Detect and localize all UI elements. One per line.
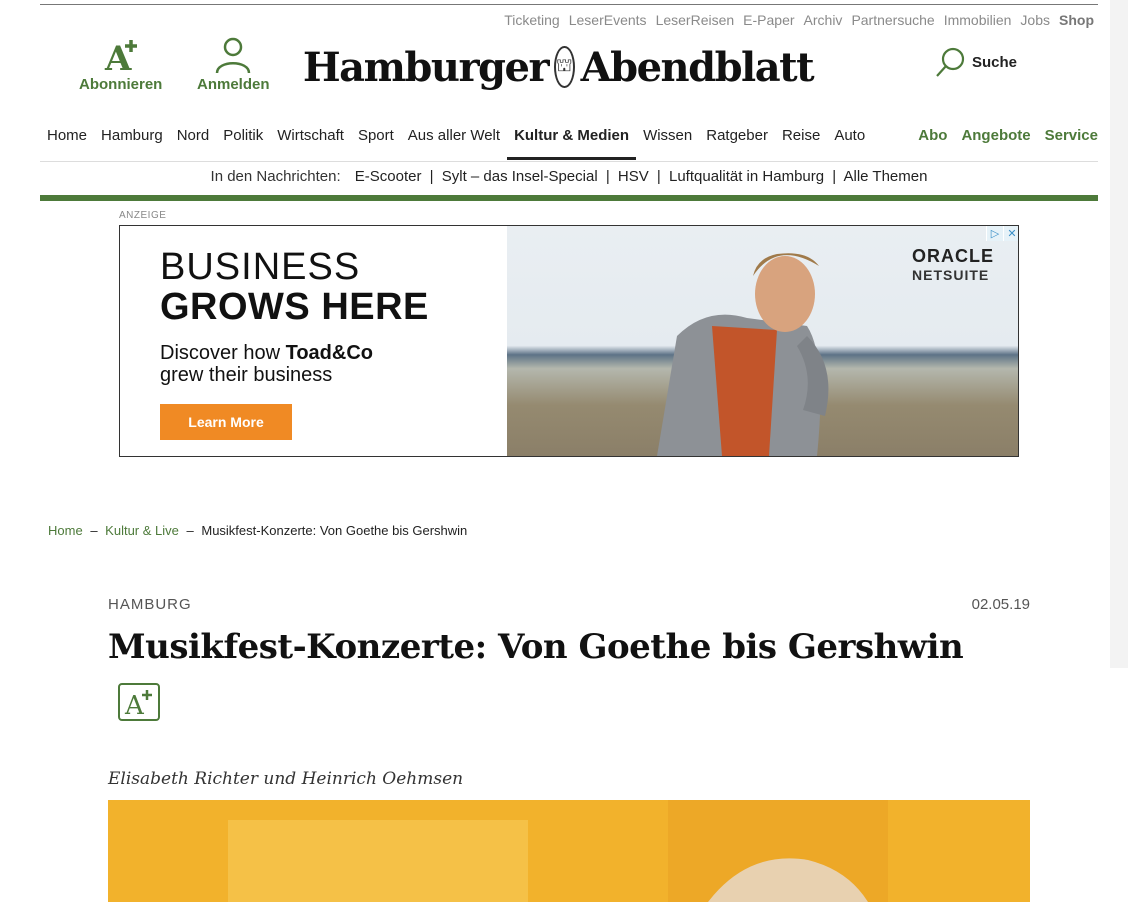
article-hero-image [108, 800, 1030, 902]
article-header: HAMBURG 02.05.19 Musikfest-Konzerte: Von… [108, 596, 1030, 789]
ad-close-icon[interactable]: ✕ [1003, 226, 1018, 241]
nav-item-abo[interactable]: Abo [918, 116, 947, 144]
ad-photo: ORACLE NETSUITE ▷ ✕ [507, 226, 1018, 456]
logo-text-right: Abendblatt [580, 43, 815, 91]
nav-item-aus-aller-welt[interactable]: Aus aller Welt [401, 116, 507, 160]
topic-link-alle-themen[interactable]: Alle Themen [844, 168, 928, 185]
service-link-immobilien[interactable]: Immobilien [944, 12, 1012, 28]
service-bar: Ticketing LeserEvents LeserReisen E-Pape… [504, 12, 1094, 28]
ad-brand-oracle: ORACLE [912, 246, 994, 266]
ad-text-panel: BUSINESS GROWS HERE Discover how Toad&Co… [120, 226, 507, 456]
service-link-shop[interactable]: Shop [1059, 12, 1094, 28]
topic-link-hsv[interactable]: HSV [618, 168, 649, 185]
article-date: 02.05.19 [971, 596, 1030, 613]
nav-item-wirtschaft[interactable]: Wirtschaft [270, 116, 351, 160]
topic-separator: | [429, 168, 434, 185]
service-link-leserevents[interactable]: LeserEvents [569, 12, 647, 28]
topic-separator: | [656, 168, 661, 185]
ad-subline-brand: Toad&Co [285, 341, 374, 364]
news-topics-label: In den Nachrichten: [210, 168, 341, 185]
advertisement-banner[interactable]: BUSINESS GROWS HERE Discover how Toad&Co… [119, 225, 1019, 457]
a-plus-icon: A [124, 690, 152, 717]
nav-item-angebote[interactable]: Angebote [961, 116, 1030, 144]
subscribe-button[interactable]: A Abonnieren [79, 36, 162, 93]
topic-link-sylt[interactable]: Sylt – das Insel-Special [442, 168, 598, 185]
nav-item-kultur-medien[interactable]: Kultur & Medien [507, 116, 637, 160]
search-button[interactable]: Suche [934, 46, 1017, 78]
breadcrumb-separator: – [186, 523, 194, 538]
hero-image-content [108, 800, 1030, 902]
nav-item-ratgeber[interactable]: Ratgeber [699, 116, 775, 160]
ad-subline-start: Discover how [160, 341, 286, 364]
nav-item-politik[interactable]: Politik [216, 116, 270, 160]
ad-learn-more-button[interactable]: Learn More [160, 403, 292, 440]
breadcrumb-home[interactable]: Home [48, 523, 83, 538]
search-label: Suche [972, 53, 1018, 71]
nav-item-auto[interactable]: Auto [827, 116, 872, 160]
breadcrumb-section[interactable]: Kultur & Live [105, 523, 179, 538]
nav-item-hamburg[interactable]: Hamburg [94, 116, 170, 160]
topic-link-escooter[interactable]: E-Scooter [355, 168, 422, 185]
topic-link-luftqualitaet[interactable]: Luftqualität in Hamburg [669, 168, 824, 185]
login-button[interactable]: Anmelden [197, 36, 270, 93]
main-navigation: Home Hamburg Nord Politik Wirtschaft Spo… [40, 116, 1098, 162]
nav-item-wissen[interactable]: Wissen [636, 116, 699, 160]
header-green-divider [40, 195, 1098, 201]
nav-item-nord[interactable]: Nord [170, 116, 217, 160]
nav-item-service[interactable]: Service [1045, 116, 1098, 144]
news-topics-bar: In den Nachrichten: E-Scooter | Sylt – d… [40, 168, 1098, 185]
breadcrumb-separator: – [90, 523, 98, 538]
service-link-ticketing[interactable]: Ticketing [504, 12, 560, 28]
nav-item-home[interactable]: Home [40, 116, 94, 160]
ad-subline-end: grew their business [160, 363, 333, 386]
premium-badge: A [118, 683, 160, 721]
ad-headline-1: BUSINESS [160, 246, 361, 288]
ad-subline: Discover how Toad&Co grew their business [160, 342, 507, 386]
ad-label: ANZEIGE [119, 210, 167, 221]
breadcrumb: Home – Kultur & Live – Musikfest-Konzert… [48, 523, 467, 538]
site-logo[interactable]: Hamburger ⛫ Abendblatt [303, 36, 815, 98]
hamburg-seal-icon: ⛫ [554, 46, 575, 88]
service-link-epaper[interactable]: E-Paper [743, 12, 794, 28]
ad-choices: ▷ ✕ [986, 226, 1018, 241]
service-link-leserreisen[interactable]: LeserReisen [656, 12, 735, 28]
service-link-archiv[interactable]: Archiv [804, 12, 843, 28]
a-plus-icon: A [104, 39, 137, 74]
logo-text-left: Hamburger [302, 43, 550, 91]
topic-separator: | [832, 168, 837, 185]
article-authors: Elisabeth Richter und Heinrich Oehmsen [108, 769, 464, 789]
article-headline: Musikfest-Konzerte: Von Goethe bis Gersh… [108, 627, 964, 667]
top-divider [40, 4, 1098, 5]
user-icon [216, 37, 251, 74]
ad-choices-icon[interactable]: ▷ [986, 226, 1003, 241]
search-icon [936, 47, 965, 77]
service-link-jobs[interactable]: Jobs [1020, 12, 1050, 28]
subscribe-label: Abonnieren [79, 76, 163, 93]
page-scrollbar-track[interactable] [1110, 0, 1128, 668]
service-link-partnersuche[interactable]: Partnersuche [851, 12, 934, 28]
breadcrumb-current: Musikfest-Konzerte: Von Goethe bis Gersh… [201, 523, 468, 538]
ad-brand-netsuite: NETSUITE [912, 267, 990, 283]
article-kicker: HAMBURG [108, 596, 192, 613]
nav-item-sport[interactable]: Sport [351, 116, 401, 160]
ad-headline-2: GROWS HERE [160, 285, 429, 328]
login-label: Anmelden [197, 76, 270, 93]
topic-separator: | [605, 168, 610, 185]
svg-text:A: A [124, 691, 145, 717]
ad-brand-logo: ORACLE NETSUITE [912, 246, 994, 283]
nav-item-reise[interactable]: Reise [775, 116, 827, 160]
